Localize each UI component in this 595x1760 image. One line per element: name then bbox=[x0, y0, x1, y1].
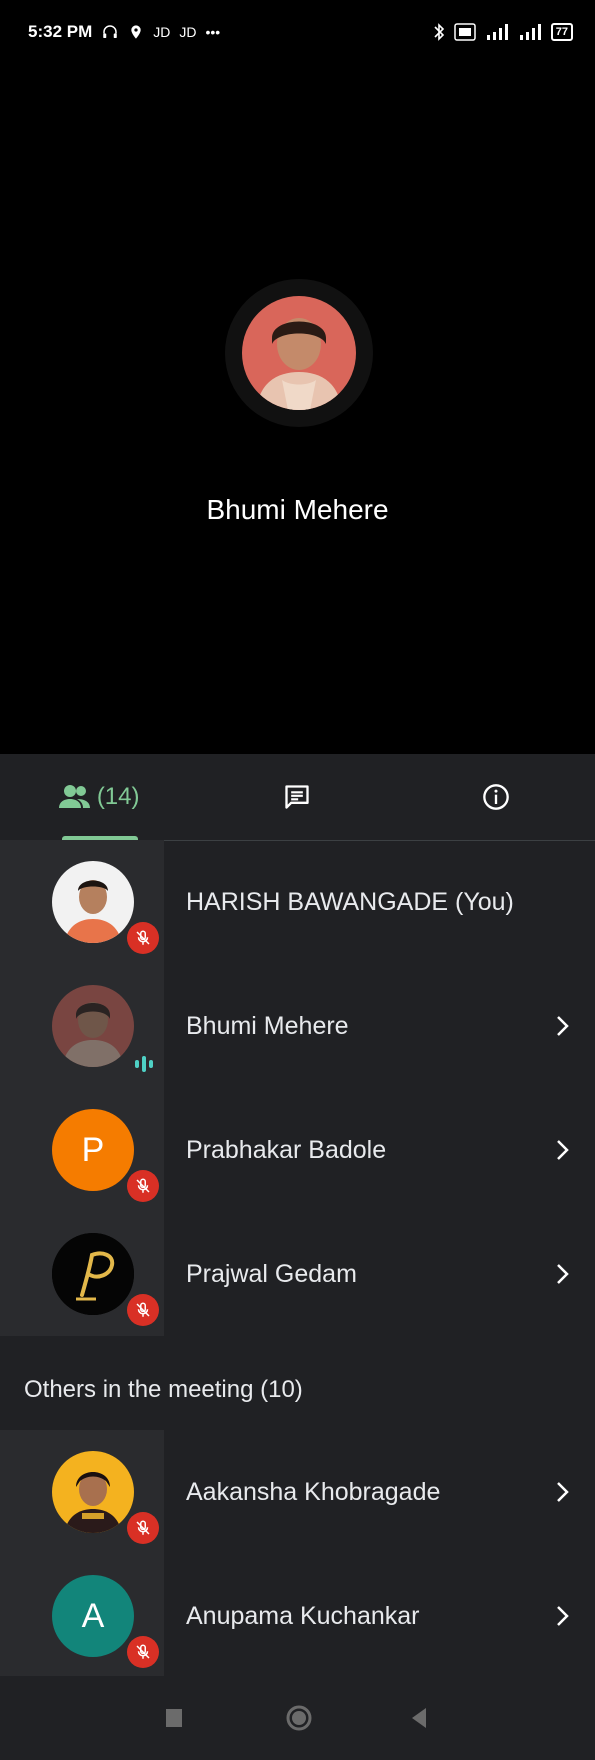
participant-tile: P bbox=[0, 1088, 164, 1212]
volte-icon bbox=[454, 23, 476, 41]
others-section-header: Others in the meeting (10) bbox=[24, 1376, 303, 1403]
participant-tile bbox=[0, 1212, 164, 1336]
tab-info[interactable] bbox=[397, 754, 595, 840]
recents-icon[interactable] bbox=[165, 1698, 183, 1743]
status-time: 5:32 PM bbox=[28, 22, 93, 41]
mic-off-icon bbox=[127, 1170, 159, 1202]
participant-row-harish[interactable]: HARISH BAWANGADE (You) bbox=[0, 840, 595, 964]
chevron-right-icon[interactable] bbox=[555, 1212, 569, 1336]
mic-off-icon bbox=[127, 1512, 159, 1544]
panel-tabs: (14) bbox=[0, 754, 595, 841]
headset-icon bbox=[103, 25, 117, 38]
people-icon bbox=[58, 785, 90, 808]
participant-tile bbox=[0, 964, 164, 1088]
chevron-right-icon[interactable] bbox=[555, 1088, 569, 1212]
avatar bbox=[52, 861, 134, 943]
jio-icon: JD bbox=[153, 24, 171, 40]
avatar bbox=[52, 1451, 134, 1533]
chevron-right-icon[interactable] bbox=[555, 1430, 569, 1554]
chevron-right-icon[interactable] bbox=[555, 1554, 569, 1678]
avatar bbox=[52, 1233, 134, 1315]
location-icon bbox=[131, 25, 141, 39]
signal-icon bbox=[486, 24, 508, 40]
tab-chat[interactable] bbox=[198, 754, 396, 840]
info-icon bbox=[482, 784, 509, 810]
people-count: (14) bbox=[96, 783, 140, 810]
participant-name: Aakansha Khobragade bbox=[186, 1477, 441, 1506]
status-left: 5:32 PM JD JD ••• bbox=[28, 22, 220, 42]
chevron-right-icon[interactable] bbox=[555, 964, 569, 1088]
chat-icon bbox=[285, 785, 310, 809]
status-right: 77 bbox=[433, 22, 573, 42]
avatar bbox=[52, 985, 134, 1067]
avatar-letter: A bbox=[81, 1596, 105, 1635]
avatar-letter: P bbox=[81, 1130, 105, 1169]
participant-row-aakansha[interactable]: Aakansha Khobragade bbox=[0, 1430, 595, 1554]
participant-tile bbox=[0, 1430, 164, 1554]
system-nav-bar bbox=[0, 1676, 595, 1760]
speaking-icon bbox=[130, 1050, 158, 1078]
avatar: A bbox=[52, 1575, 134, 1657]
main-stage[interactable]: 5:32 PM JD JD ••• 77 Bhumi Mehere bbox=[0, 0, 595, 754]
signal-icon bbox=[519, 24, 541, 40]
mic-off-icon bbox=[127, 1636, 159, 1668]
more-icon: ••• bbox=[205, 24, 221, 40]
battery-icon: 77 bbox=[550, 23, 573, 41]
participant-name: Prajwal Gedam bbox=[186, 1259, 357, 1288]
tab-people[interactable]: (14) bbox=[0, 754, 198, 840]
participant-row-prajwal[interactable]: Prajwal Gedam bbox=[0, 1212, 595, 1336]
active-speaker-ring bbox=[225, 279, 373, 427]
participant-tile: A bbox=[0, 1554, 164, 1678]
jio-icon: JD bbox=[179, 24, 197, 40]
avatar: P bbox=[52, 1109, 134, 1191]
status-bar: 5:32 PM JD JD ••• 77 bbox=[0, 0, 595, 64]
participant-name: Bhumi Mehere bbox=[186, 1011, 349, 1040]
participant-row-prabhakar[interactable]: P Prabhakar Badole bbox=[0, 1088, 595, 1212]
participant-row-anupama[interactable]: A Anupama Kuchankar bbox=[0, 1554, 595, 1678]
mic-off-icon bbox=[127, 922, 159, 954]
participant-name: Anupama Kuchankar bbox=[186, 1601, 420, 1630]
back-icon[interactable] bbox=[410, 1698, 428, 1743]
bluetooth-icon bbox=[434, 23, 444, 41]
participant-row-bhumi[interactable]: Bhumi Mehere bbox=[0, 964, 595, 1088]
participant-name: HARISH BAWANGADE (You) bbox=[186, 887, 514, 916]
active-speaker-avatar bbox=[242, 296, 356, 410]
home-icon[interactable] bbox=[285, 1698, 313, 1743]
participant-tile bbox=[0, 840, 164, 964]
active-speaker-name: Bhumi Mehere bbox=[206, 494, 389, 525]
participant-name: Prabhakar Badole bbox=[186, 1135, 387, 1164]
mic-off-icon bbox=[127, 1294, 159, 1326]
